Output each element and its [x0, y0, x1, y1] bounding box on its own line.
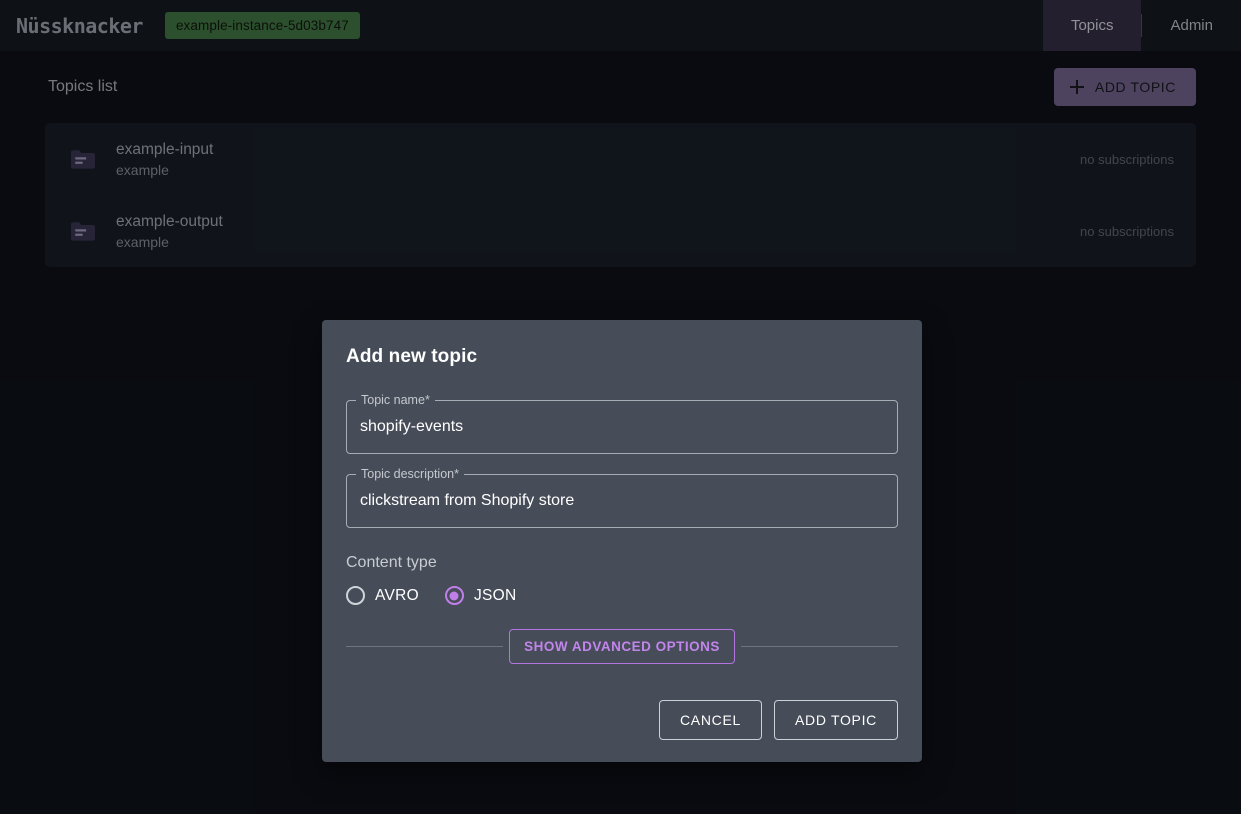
divider-line-left — [346, 646, 504, 647]
radio-option-json[interactable]: JSON — [444, 586, 529, 605]
content-type-label: Content type — [346, 554, 437, 571]
add-topic-dialog: Add new topic Topic name* shopify-events… — [322, 320, 922, 762]
content-type-radio-group: AVRO JSON — [346, 586, 898, 605]
topic-name-field[interactable]: Topic name* shopify-events — [346, 392, 898, 454]
topic-name-input[interactable]: shopify-events — [346, 400, 898, 454]
topic-description-label: Topic description* — [356, 466, 464, 482]
topic-description-value: clickstream from Shopify store — [360, 492, 575, 509]
radio-unchecked-icon[interactable] — [346, 586, 365, 605]
dialog-title: Add new topic — [346, 346, 478, 367]
topic-name-value: shopify-events — [360, 418, 464, 435]
required-marker: * — [454, 467, 459, 481]
divider-line-right — [740, 646, 899, 647]
submit-add-topic-button[interactable]: ADD TOPIC — [773, 700, 898, 740]
radio-checked-icon[interactable] — [444, 586, 464, 605]
topic-description-input[interactable]: clickstream from Shopify store — [346, 474, 898, 528]
cancel-button[interactable]: CANCEL — [658, 700, 762, 740]
radio-option-avro[interactable]: AVRO — [346, 586, 431, 605]
advanced-options-divider: SHOW ADVANCED OPTIONS — [346, 629, 899, 664]
dialog-actions: CANCEL ADD TOPIC — [346, 700, 898, 740]
topic-name-label: Topic name* — [356, 392, 435, 408]
radio-option-json-label: JSON — [473, 586, 517, 604]
topic-description-field[interactable]: Topic description* clickstream from Shop… — [346, 466, 898, 528]
radio-option-avro-label: AVRO — [375, 586, 419, 604]
show-advanced-options-button[interactable]: SHOW ADVANCED OPTIONS — [509, 629, 735, 664]
required-marker: * — [424, 393, 430, 407]
topic-description-label-text: Topic description — [361, 467, 455, 481]
topic-name-label-text: Topic name — [361, 393, 425, 407]
